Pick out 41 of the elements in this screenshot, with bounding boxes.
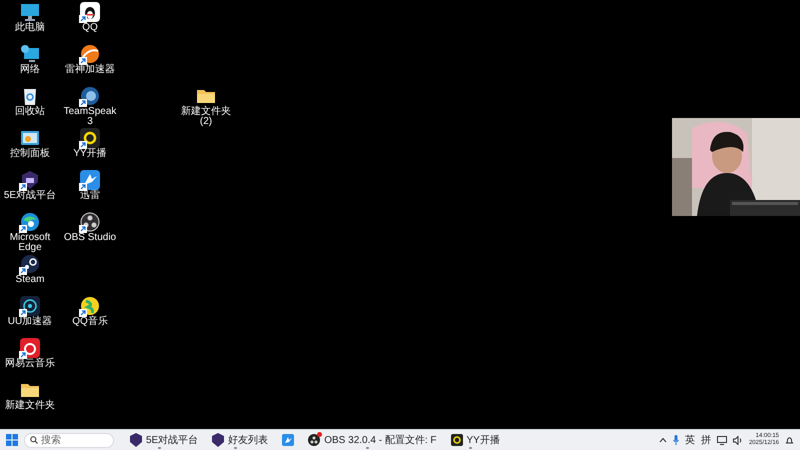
icon-label: 网络 (20, 65, 40, 75)
input-language[interactable]: 英 (684, 433, 695, 447)
icon-label: QQ (82, 23, 98, 33)
taskbar-app[interactable]: 好友列表 (208, 431, 272, 449)
monitor-icon[interactable] (20, 2, 40, 22)
notification-bell-icon[interactable] (785, 436, 794, 444)
search-field[interactable]: 搜索 (24, 432, 114, 448)
icon-label: YY开播 (73, 149, 107, 159)
icon-label: QQ音乐 (72, 317, 108, 327)
icon-label: TeamSpeak 3 (62, 107, 118, 127)
icon-label: Microsoft Edge (8, 233, 52, 253)
shield-icon (130, 433, 142, 447)
taskbar-app[interactable]: OBS 32.0.4 - 配置文件: F (304, 431, 440, 449)
volume-icon[interactable] (732, 436, 743, 444)
icon-label: 此电脑 (15, 23, 45, 33)
start-button[interactable] (6, 434, 18, 446)
shield-icon (212, 433, 224, 447)
icon-label: 回收站 (15, 107, 45, 117)
edge-icon[interactable] (20, 212, 40, 232)
icon-label: 控制面板 (10, 149, 50, 159)
icon-label: 新建文件夹 (5, 401, 55, 411)
control-panel-icon[interactable] (20, 128, 40, 148)
icon-label: 新建文件夹 (2) (180, 107, 232, 127)
icon-label: 5E对战平台 (4, 191, 56, 201)
taskbar-app[interactable]: YY开播 (446, 431, 504, 449)
icon-label: Steam (16, 275, 44, 285)
steam-icon[interactable] (20, 254, 40, 274)
chevron-up-icon[interactable] (658, 437, 667, 443)
obs-icon (308, 434, 320, 446)
microphone-icon[interactable] (672, 435, 679, 445)
search-icon (30, 436, 38, 444)
shield-icon[interactable] (20, 170, 40, 190)
ring-icon (450, 434, 462, 446)
input-mode[interactable]: 拼 (700, 433, 711, 447)
icon-label: 雷神加速器 (65, 65, 115, 75)
network-icon[interactable] (20, 44, 40, 64)
icon-label: UU加速器 (8, 317, 52, 327)
display-icon[interactable] (716, 436, 727, 444)
bird-icon (282, 434, 294, 446)
icon-label: OBS Studio (64, 233, 116, 243)
taskbar-app[interactable]: 5E对战平台 (126, 431, 202, 449)
